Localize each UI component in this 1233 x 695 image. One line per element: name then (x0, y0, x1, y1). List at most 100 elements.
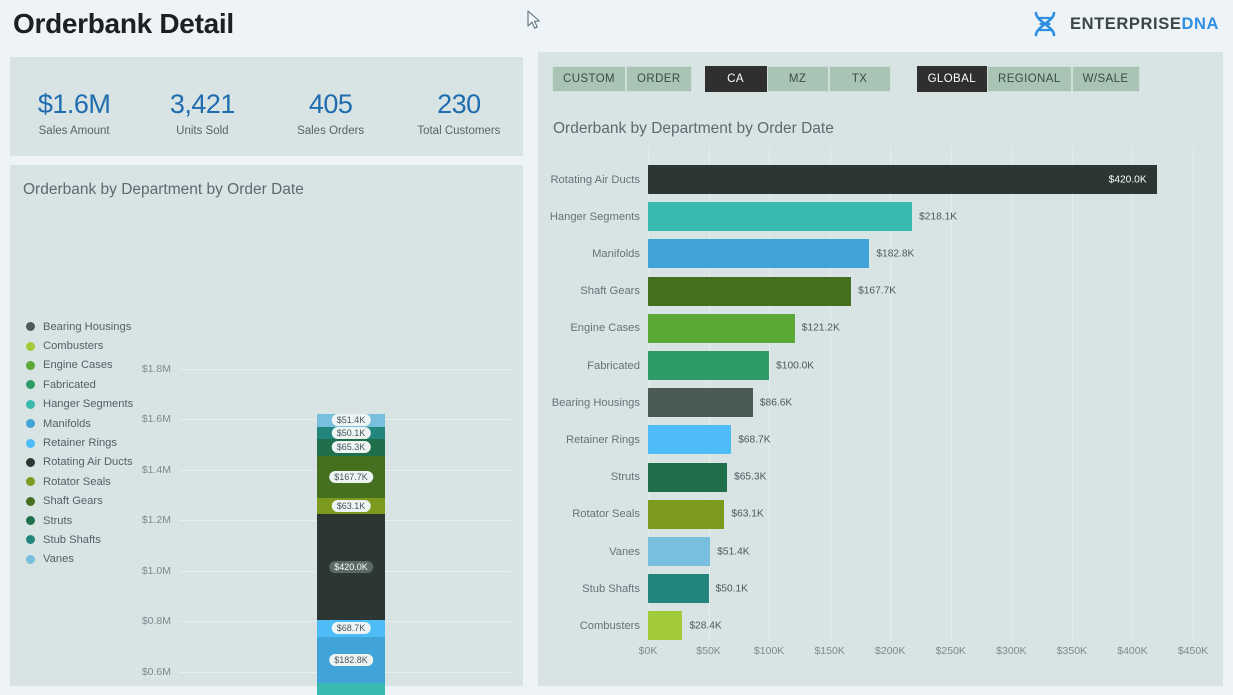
stack-segment-value-label: $420.0K (329, 560, 373, 573)
stack-segment-value-label: $68.7K (331, 622, 371, 635)
stack-segment[interactable]: $420.0K (317, 513, 385, 620)
horizontal-bar[interactable] (648, 276, 852, 306)
horizontal-bar[interactable] (648, 351, 770, 380)
horizontal-bar[interactable] (648, 165, 1157, 194)
horizontal-bar[interactable] (648, 425, 732, 455)
filter-button-ca[interactable]: CA (704, 66, 767, 92)
horizontal-bar-value-label: $68.7K (738, 434, 771, 446)
filter-button-w-sale[interactable]: W/SALE (1071, 66, 1140, 92)
stack-segment[interactable]: $218.1K (317, 683, 385, 695)
legend-item[interactable]: Hanger Segments (26, 395, 133, 414)
legend-item[interactable]: Stub Shafts (26, 530, 133, 549)
horizontal-bar-value-label: $50.1K (715, 583, 748, 595)
stack-segment[interactable]: $182.8K (317, 637, 385, 684)
legend-color-swatch-icon (26, 399, 35, 409)
stack-segment[interactable]: $50.1K (317, 426, 385, 440)
right-chart-category-label[interactable]: Retainer Rings (566, 434, 640, 446)
horizontal-bar[interactable] (648, 388, 753, 418)
stack-segment-value-label: $167.7K (329, 470, 373, 483)
kpi-value: 405 (308, 88, 353, 119)
stack-segment[interactable]: $167.7K (317, 455, 385, 498)
filter-button-order[interactable]: ORDER (626, 66, 692, 92)
kpi-panel: $1.6M Sales Amount 3,421 Units Sold 405 Sales… (10, 57, 523, 156)
brand-name-secondary: DNA (1181, 14, 1219, 33)
horizontal-bar[interactable] (648, 537, 711, 566)
kpi-card: $1.6M Sales Amount (10, 57, 138, 156)
right-chart-category-label[interactable]: Rotating Air Ducts (550, 174, 640, 186)
stack-segment-value-label: $63.1K (331, 499, 371, 512)
legend-item-label: Struts (43, 514, 73, 527)
right-chart-category-label[interactable]: Bearing Housings (552, 397, 640, 409)
filter-button-regional[interactable]: REGIONAL (987, 66, 1072, 92)
kpi-value: $1.6M (37, 88, 111, 119)
right-chart-category-label[interactable]: Rotator Seals (572, 508, 640, 520)
horizontal-bar[interactable] (648, 313, 795, 343)
right-chart-category-label[interactable]: Stub Shafts (582, 583, 640, 595)
stack-segment[interactable]: $51.4K (317, 413, 385, 427)
right-chart-x-tick: $200K (875, 645, 906, 657)
brand-logo-group: ENTERPRISEDNA (1029, 9, 1219, 39)
stack-segment-value-label: $65.3K (331, 441, 371, 454)
legend-item[interactable]: Shaft Gears (26, 492, 133, 511)
stacked-column-chart-plot: Bearing Housings Combusters Engine Cases Fa… (10, 165, 523, 695)
filter-button-mz[interactable]: MZ (766, 66, 829, 92)
page-header: Orderbank Detail ENTERPRISEDNA (0, 0, 1233, 53)
right-chart-x-tick: $100K (753, 645, 785, 657)
legend-item-label: Manifolds (43, 417, 91, 430)
filter-button-global[interactable]: GLOBAL (916, 66, 987, 92)
horizontal-bar[interactable] (648, 202, 913, 232)
filter-button-bar: CUSTOM ORDER CA MZ TX GLOBAL REGIONAL W/SALE (552, 66, 1140, 92)
horizontal-bar-value-label: $100.0K (776, 360, 815, 371)
stack-segment[interactable]: $63.1K (317, 497, 385, 514)
left-chart-gridline (180, 369, 510, 370)
right-chart-category-label[interactable]: Shaft Gears (580, 285, 640, 297)
horizontal-bar[interactable] (648, 462, 728, 492)
stack-segment[interactable]: $68.7K (317, 619, 385, 638)
legend-item[interactable]: Retainer Rings (26, 433, 133, 452)
legend-item-label: Shaft Gears (43, 495, 103, 508)
legend-item-label: Engine Cases (43, 359, 113, 372)
horizontal-bar-value-label: $28.4K (689, 620, 722, 632)
kpi-card: 230 Total Customers (395, 57, 523, 156)
legend-item[interactable]: Bearing Housings (26, 317, 133, 336)
stack-segment[interactable]: $65.3K (317, 439, 385, 456)
horizontal-bar-value-label: $182.8K (876, 248, 915, 260)
legend-item[interactable]: Combusters (26, 336, 133, 355)
right-chart-x-tick: $150K (814, 645, 845, 657)
kpi-card: 3,421 Units Sold (138, 57, 266, 156)
dashboard-page: Orderbank Detail ENTERPRISEDNA $1.6M Sale… (0, 0, 1233, 695)
left-chart-legend: Bearing Housings Combusters Engine Cases Fa… (26, 317, 133, 569)
right-chart-x-tick: $350K (1056, 645, 1088, 657)
legend-color-swatch-icon (26, 380, 35, 390)
right-chart-x-tick: $400K (1117, 645, 1148, 657)
left-chart-y-tick: $1.2M (141, 514, 171, 527)
right-chart-category-label[interactable]: Manifolds (592, 248, 640, 260)
right-chart-x-tick: $450K (1177, 645, 1209, 657)
horizontal-bar[interactable] (648, 239, 870, 269)
horizontal-bar[interactable] (648, 574, 709, 604)
filter-button-tx[interactable]: TX (828, 66, 891, 92)
right-chart-category-label[interactable]: Hanger Segments (550, 211, 640, 223)
kpi-card: 405 Sales Orders (267, 57, 395, 156)
stacked-column-bar[interactable]: $51.4K $50.1K $65.3K $167.7K $63.1K $420.0K $6… (317, 413, 385, 695)
right-chart-category-label[interactable]: Struts (611, 471, 640, 483)
filter-group-type: CUSTOM ORDER (552, 66, 692, 92)
right-chart-category-label[interactable]: Engine Cases (570, 322, 640, 334)
legend-color-swatch-icon (26, 360, 35, 370)
right-chart-category-label[interactable]: Vanes (609, 546, 640, 558)
kpi-label: Units Sold (176, 125, 229, 138)
horizontal-bar-chart-plot: Rotating Air Ducts Hanger Segments Manifol… (538, 147, 1223, 686)
legend-color-swatch-icon (26, 535, 35, 545)
right-chart-category-label[interactable]: Combusters (580, 620, 640, 632)
right-chart-category-label[interactable]: Fabricated (587, 360, 640, 372)
horizontal-bar[interactable] (648, 499, 725, 529)
brand-name-primary: ENTERPRISE (1070, 14, 1182, 33)
horizontal-bar-value-label: $65.3K (734, 471, 767, 483)
filter-button-custom[interactable]: CUSTOM (552, 66, 627, 92)
legend-item[interactable]: Fabricated (26, 375, 133, 394)
horizontal-bar[interactable] (648, 611, 683, 641)
right-chart-x-tick: $250K (935, 645, 966, 657)
legend-color-swatch-icon (26, 477, 35, 487)
stack-segment-value-label: $51.4K (331, 414, 371, 427)
left-chart-y-tick: $1.0M (141, 564, 171, 577)
